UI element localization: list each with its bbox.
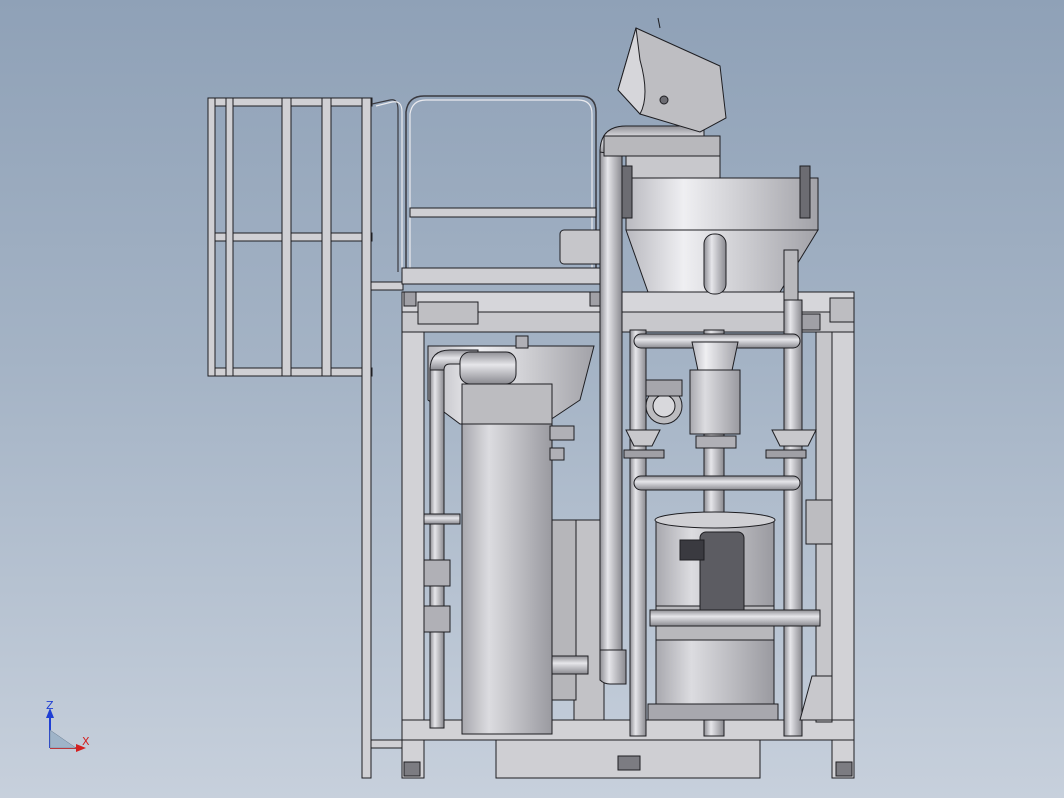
x-axis-label: X [82, 735, 90, 748]
discharge-chute [603, 17, 727, 181]
cad-model-view[interactable]: Z X [0, 0, 1064, 798]
side-tank [427, 345, 595, 735]
axis-triad: Z X [46, 699, 90, 752]
cone-hopper [621, 165, 819, 301]
cad-assembly [207, 17, 855, 779]
z-axis-label: Z [46, 699, 54, 712]
safety-railing-cage [207, 97, 404, 779]
cad-viewport[interactable]: Z X [0, 0, 1064, 798]
handrail-midbar [409, 207, 597, 218]
lower-mill-drums [647, 499, 833, 721]
